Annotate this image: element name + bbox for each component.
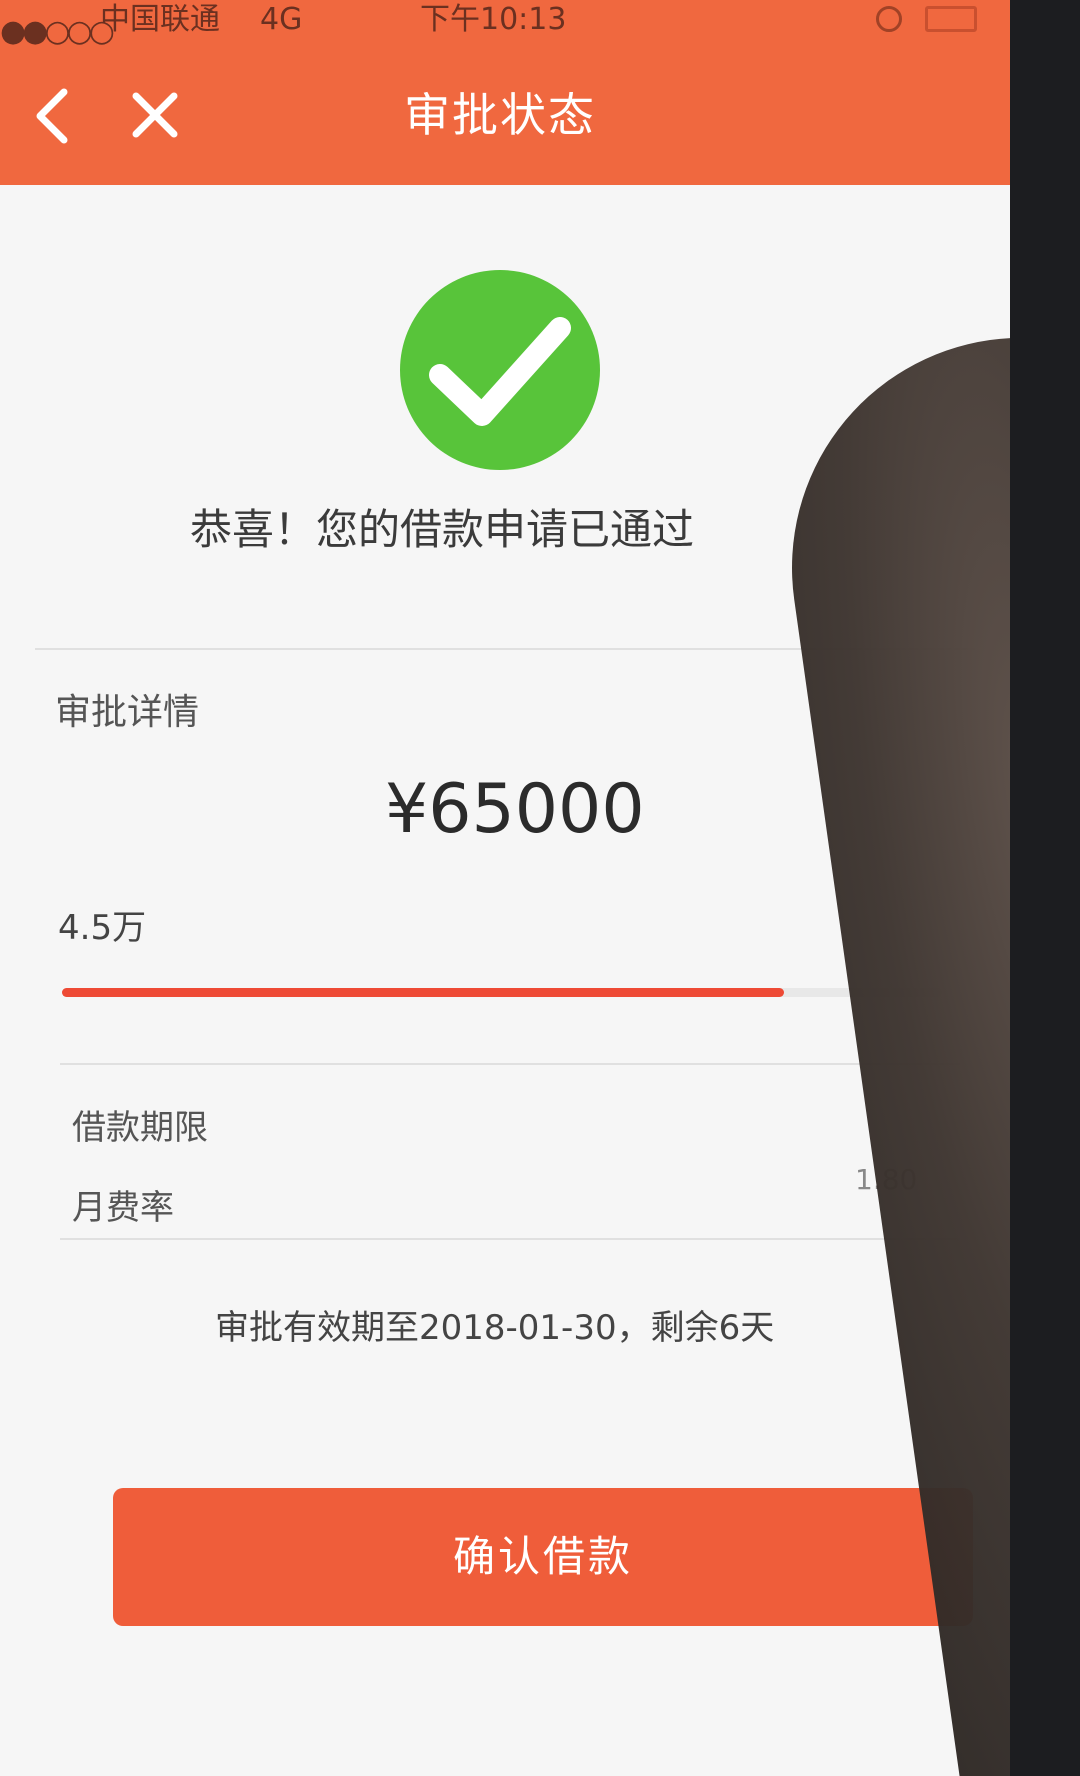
- status-bar: ●●○○○ 中国联通 4G 下午10:13: [0, 0, 1010, 50]
- slider-min-label: 4.5万: [58, 908, 147, 948]
- network-type: 4G: [260, 2, 303, 37]
- battery-icon: [925, 6, 977, 32]
- carrier-name: 中国联通: [100, 2, 220, 37]
- amount-slider[interactable]: [62, 988, 942, 997]
- check-circle-icon: [400, 270, 600, 470]
- status-time: 下午10:13: [420, 2, 567, 37]
- close-icon: [132, 92, 178, 138]
- loan-amount: ¥65000: [385, 770, 645, 849]
- chevron-left-icon: [36, 88, 68, 144]
- monthly-fee-rate-label: 月费率: [72, 1188, 174, 1228]
- page-title: 审批状态: [404, 88, 596, 142]
- phone-screen: ●●○○○ 中国联通 4G 下午10:13 审批状态 恭喜！您的借款申请已通过 …: [0, 0, 1010, 1776]
- close-button[interactable]: [120, 80, 190, 150]
- nav-bar: 审批状态: [0, 50, 1010, 185]
- approval-validity: 审批有效期至2018-01-30，剩余6天: [215, 1308, 775, 1348]
- confirm-loan-button[interactable]: 确认借款: [113, 1488, 973, 1626]
- signal-icon: ●●○○○: [0, 14, 115, 49]
- phone-bezel: [1010, 0, 1080, 1776]
- amount-slider-fill: [62, 988, 784, 997]
- divider: [60, 1063, 960, 1065]
- section-title-details: 审批详情: [55, 692, 200, 733]
- loan-term-label: 借款期限: [72, 1108, 208, 1148]
- divider: [60, 1238, 960, 1240]
- checkmark-icon: [429, 317, 571, 426]
- back-button[interactable]: [22, 80, 82, 150]
- rotation-lock-icon: [876, 6, 902, 32]
